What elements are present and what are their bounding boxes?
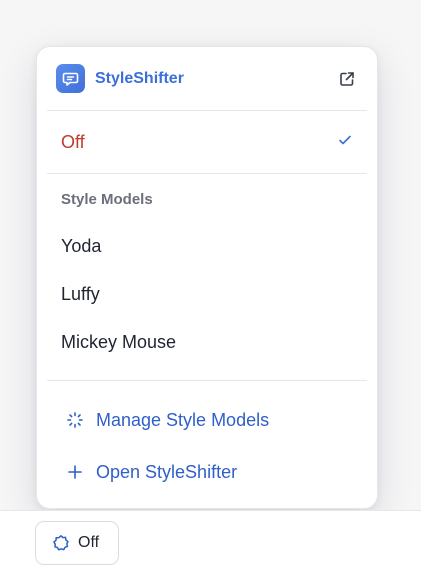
status-button-label: Off <box>78 534 100 551</box>
off-option[interactable]: Off <box>37 111 377 173</box>
plus-icon <box>65 464 85 480</box>
model-item-mickey-mouse[interactable]: Mickey Mouse <box>37 322 377 362</box>
open-styleshifter-label: Open StyleShifter <box>96 461 238 482</box>
model-item-yoda[interactable]: Yoda <box>37 226 377 266</box>
open-styleshifter-link[interactable]: Open StyleShifter <box>37 452 377 492</box>
model-item-label: Yoda <box>61 235 102 256</box>
app-title: StyleShifter <box>95 69 184 87</box>
external-link-icon[interactable] <box>335 67 359 91</box>
model-item-label: Luffy <box>61 283 100 304</box>
sparkle-badge-icon <box>52 534 70 552</box>
style-status-button[interactable]: Off <box>35 521 119 565</box>
manage-style-models-label: Manage Style Models <box>96 409 270 430</box>
chat-bubble-icon <box>56 64 85 93</box>
models-divider <box>47 380 367 381</box>
checkmark-icon <box>337 132 353 153</box>
style-menu-popover: StyleShifter Off Style Models Yoda Luffy… <box>36 46 378 509</box>
section-heading-style-models: Style Models <box>61 191 153 208</box>
loading-spinner-icon <box>65 411 85 429</box>
off-divider <box>47 173 367 174</box>
model-item-luffy[interactable]: Luffy <box>37 274 377 314</box>
manage-style-models-link[interactable]: Manage Style Models <box>37 400 377 440</box>
off-option-label: Off <box>61 131 85 152</box>
model-item-label: Mickey Mouse <box>61 331 177 352</box>
popover-header: StyleShifter <box>37 47 377 110</box>
page: StyleShifter Off Style Models Yoda Luffy… <box>0 0 421 573</box>
